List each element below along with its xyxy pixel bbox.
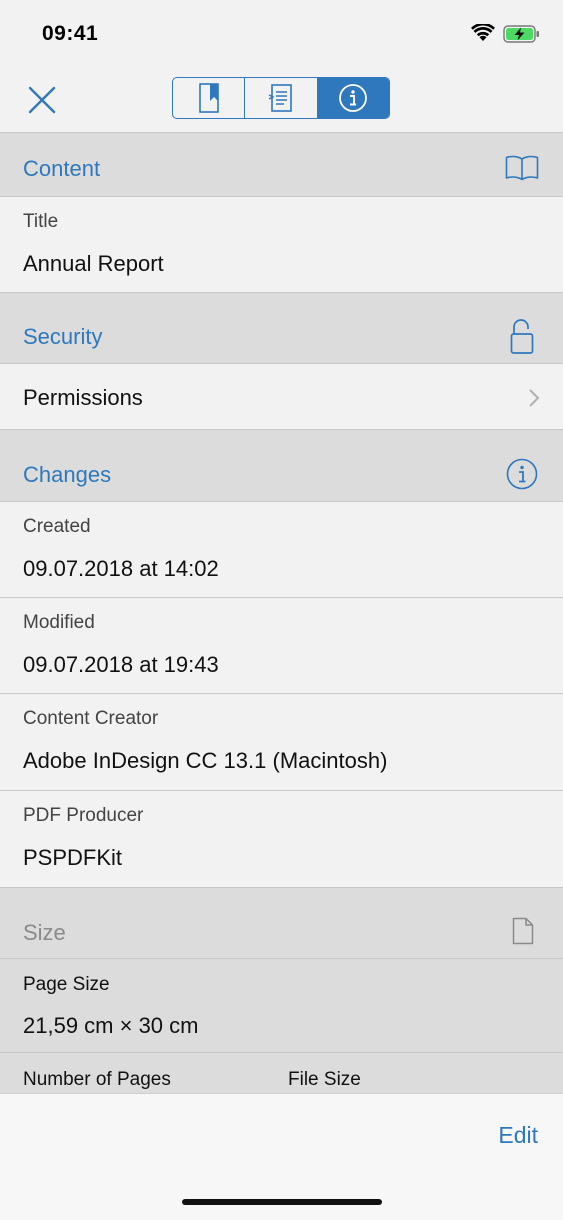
page-size-caption: Page Size <box>23 974 110 995</box>
status-bar: 09:41 <box>0 0 563 70</box>
content-creator-caption: Content Creator <box>23 708 159 729</box>
page-size-value: 21,59 cm × 30 cm <box>23 1013 199 1038</box>
page-size-row: Page Size 21,59 cm × 30 cm <box>0 959 563 1053</box>
info-circle-icon <box>506 458 538 495</box>
home-indicator[interactable] <box>182 1199 382 1205</box>
tab-bookmarks[interactable] <box>173 78 246 118</box>
document-icon <box>512 917 534 950</box>
created-caption: Created <box>23 516 91 537</box>
tab-outline[interactable] <box>245 78 318 118</box>
modified-row: Modified 09.07.2018 at 19:43 <box>0 598 563 694</box>
pdf-producer-row: PDF Producer PSPDFKit <box>0 791 563 888</box>
close-icon <box>28 86 56 114</box>
close-button[interactable] <box>26 84 58 116</box>
title-row: Title Annual Report <box>0 197 563 293</box>
section-security-header: Security <box>0 293 563 364</box>
battery-icon <box>503 25 541 48</box>
created-row: Created 09.07.2018 at 14:02 <box>0 502 563 598</box>
section-size-label: Size <box>23 920 66 945</box>
section-content-header: Content <box>0 133 563 197</box>
wifi-icon <box>471 22 495 47</box>
unlocked-lock-icon <box>510 319 534 360</box>
pdf-producer-caption: PDF Producer <box>23 805 144 826</box>
modified-value: 09.07.2018 at 19:43 <box>23 652 219 677</box>
bookmark-icon <box>198 83 219 113</box>
pdf-producer-value: PSPDFKit <box>23 845 123 870</box>
permissions-row[interactable]: Permissions <box>0 364 563 430</box>
info-icon <box>339 84 368 112</box>
chevron-right-icon <box>528 388 540 413</box>
title-caption: Title <box>23 211 59 232</box>
title-value: Annual Report <box>23 251 164 276</box>
outline-icon <box>268 84 292 112</box>
number-of-pages-caption: Number of Pages <box>23 1069 171 1090</box>
section-content-label: Content <box>23 156 101 181</box>
tab-document-info[interactable] <box>317 78 389 118</box>
created-value: 09.07.2018 at 14:02 <box>23 556 219 581</box>
pages-and-file-size-row: Number of Pages File Size <box>0 1053 563 1093</box>
edit-button[interactable]: Edit <box>498 1122 538 1149</box>
view-mode-segmented-control <box>172 77 390 119</box>
section-size-header: Size <box>0 888 563 959</box>
modified-caption: Modified <box>23 612 95 633</box>
content-creator-value: Adobe InDesign CC 13.1 (Macintosh) <box>23 748 388 773</box>
navigation-bar <box>0 70 563 133</box>
section-changes-header: Changes <box>0 430 563 502</box>
file-size-caption: File Size <box>288 1069 361 1090</box>
permissions-label: Permissions <box>23 385 143 410</box>
section-changes-label: Changes <box>23 462 112 487</box>
status-time: 09:41 <box>42 22 99 45</box>
book-icon <box>505 155 539 186</box>
content-creator-row: Content Creator Adobe InDesign CC 13.1 (… <box>0 694 563 791</box>
section-security-label: Security <box>23 324 103 349</box>
